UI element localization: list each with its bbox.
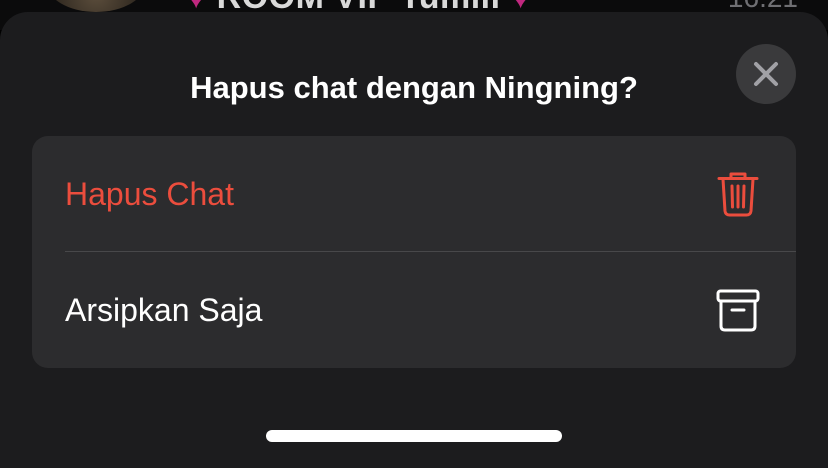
close-button[interactable]: [736, 44, 796, 104]
delete-chat-option[interactable]: Hapus Chat: [32, 136, 796, 252]
options-card: Hapus Chat Arsipkan Saja: [32, 136, 796, 368]
archive-only-label: Arsipkan Saja: [65, 292, 263, 328]
chat-avatar: [46, 0, 146, 12]
delete-chat-label: Hapus Chat: [65, 176, 234, 212]
delete-chat-sheet: Hapus chat dengan Ningning? Hapus Chat A…: [0, 12, 828, 468]
home-indicator[interactable]: [266, 430, 562, 442]
close-icon: [754, 62, 778, 86]
trash-icon: [717, 172, 759, 217]
archive-only-option[interactable]: Arsipkan Saja: [32, 252, 796, 368]
archive-icon: [716, 289, 760, 332]
sheet-title: Hapus chat dengan Ningning?: [190, 70, 638, 105]
